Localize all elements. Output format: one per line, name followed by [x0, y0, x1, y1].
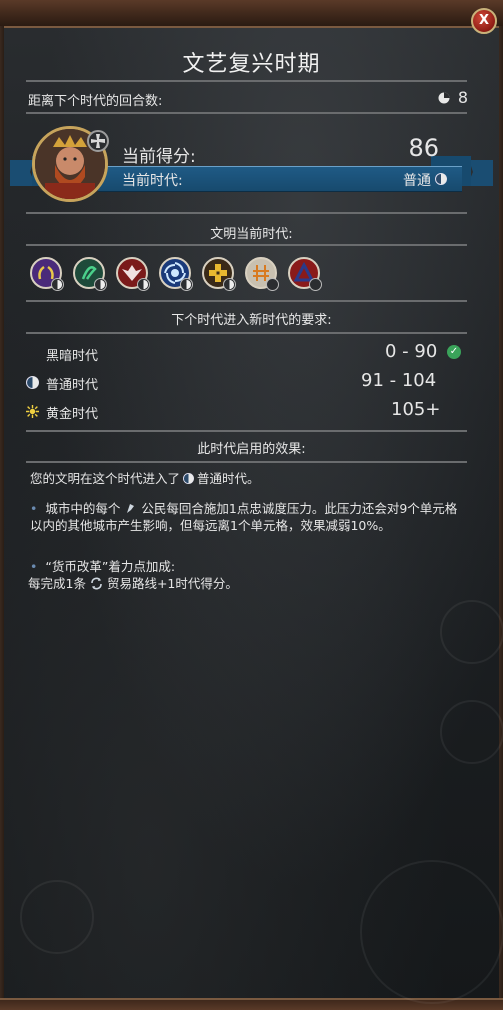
background-ring	[440, 600, 503, 664]
effect-item2-rest: 贸易路线+1时代得分。	[106, 576, 238, 591]
window-top-frame	[0, 0, 503, 28]
score-label: 当前得分:	[122, 147, 196, 167]
window-right-frame	[499, 26, 503, 1000]
civ-icon-laurel[interactable]	[30, 257, 64, 291]
page-title: 文艺复兴时期	[182, 52, 321, 77]
crescent-icon	[29, 348, 35, 359]
current-era-value: 普通	[403, 173, 431, 189]
effect-intro-prefix: 您的文明在这个时代进入了	[30, 471, 181, 486]
turns-label: 距离下个时代的回合数:	[28, 94, 163, 109]
era-name: 黄金时代	[46, 407, 99, 422]
iron-cross-icon	[87, 130, 109, 152]
half-moon-icon	[94, 278, 107, 291]
clock-icon	[438, 92, 450, 104]
era-range: 91 - 104	[361, 370, 437, 391]
civ-era-heading: 文明当前时代:	[210, 227, 293, 242]
requirement-row-golden: 黄金时代 105+	[26, 399, 466, 422]
trade-route-icon	[91, 577, 102, 590]
civ-icon-swirl[interactable]	[159, 257, 193, 291]
divider	[26, 461, 467, 463]
effect-item2-prefix: 每完成1条	[28, 576, 86, 591]
bullet: •	[30, 559, 38, 574]
half-moon-icon	[183, 473, 195, 484]
effect-item2-line1: “货币改革”着力点加成:	[45, 559, 176, 574]
half-moon-icon	[435, 173, 447, 185]
civ-icon-serpent[interactable]	[73, 257, 107, 291]
bullet: •	[30, 501, 38, 516]
turns-value: 8	[457, 88, 468, 107]
requirements-heading: 下个时代进入新时代的要求:	[171, 313, 332, 328]
requirement-row-normal: 普通时代 91 - 104	[26, 370, 466, 393]
background-ring	[360, 860, 503, 1004]
civ-icon-rune[interactable]	[245, 257, 279, 291]
crescent-icon	[309, 278, 322, 291]
divider	[26, 332, 467, 334]
effect-item1-prefix: 城市中的每个	[45, 501, 121, 516]
background-ring	[440, 700, 503, 764]
divider	[26, 300, 467, 302]
era-range: 105+	[391, 399, 441, 420]
effect-intro-suffix: 普通时代。	[197, 471, 260, 486]
score-value: 86	[408, 134, 439, 162]
half-moon-icon	[26, 376, 39, 389]
turns-row: 距离下个时代的回合数: 8	[28, 88, 468, 109]
half-moon-icon	[137, 278, 150, 291]
requirement-row-dark: 黑暗时代 0 - 90 ✓	[26, 341, 466, 364]
check-icon: ✓	[447, 345, 461, 359]
civ-icon-cross-pattern[interactable]	[202, 257, 236, 291]
era-name: 普通时代	[46, 378, 99, 393]
close-button[interactable]: X	[471, 8, 497, 34]
effect-item-currency: • “货币改革”着力点加成: 每完成1条 贸易路线+1时代得分。	[28, 558, 468, 592]
current-era-label: 当前时代:	[122, 173, 183, 189]
citizen-icon	[127, 504, 135, 513]
divider	[26, 212, 467, 214]
window-left-frame	[0, 26, 4, 1000]
sun-icon	[26, 405, 39, 418]
divider	[26, 80, 467, 82]
divider	[26, 244, 467, 246]
civ-icon-triangle[interactable]	[288, 257, 322, 291]
half-moon-icon	[180, 278, 193, 291]
effects-heading: 此时代启用的效果:	[197, 442, 306, 457]
effect-item-loyalty: • 城市中的每个 公民每回合施加1点忠诚度压力。此压力还会对9个单元格以内的其他城市…	[30, 500, 468, 534]
era-range: 0 - 90	[385, 341, 438, 362]
effect-intro: 您的文明在这个时代进入了 普通时代。	[30, 470, 470, 487]
background-ring	[20, 880, 94, 954]
era-name: 黑暗时代	[46, 349, 99, 364]
civ-icon-eagle[interactable]	[116, 257, 150, 291]
divider	[26, 112, 467, 114]
crescent-icon	[266, 278, 279, 291]
half-moon-icon	[51, 278, 64, 291]
half-moon-icon	[223, 278, 236, 291]
divider	[26, 430, 467, 432]
